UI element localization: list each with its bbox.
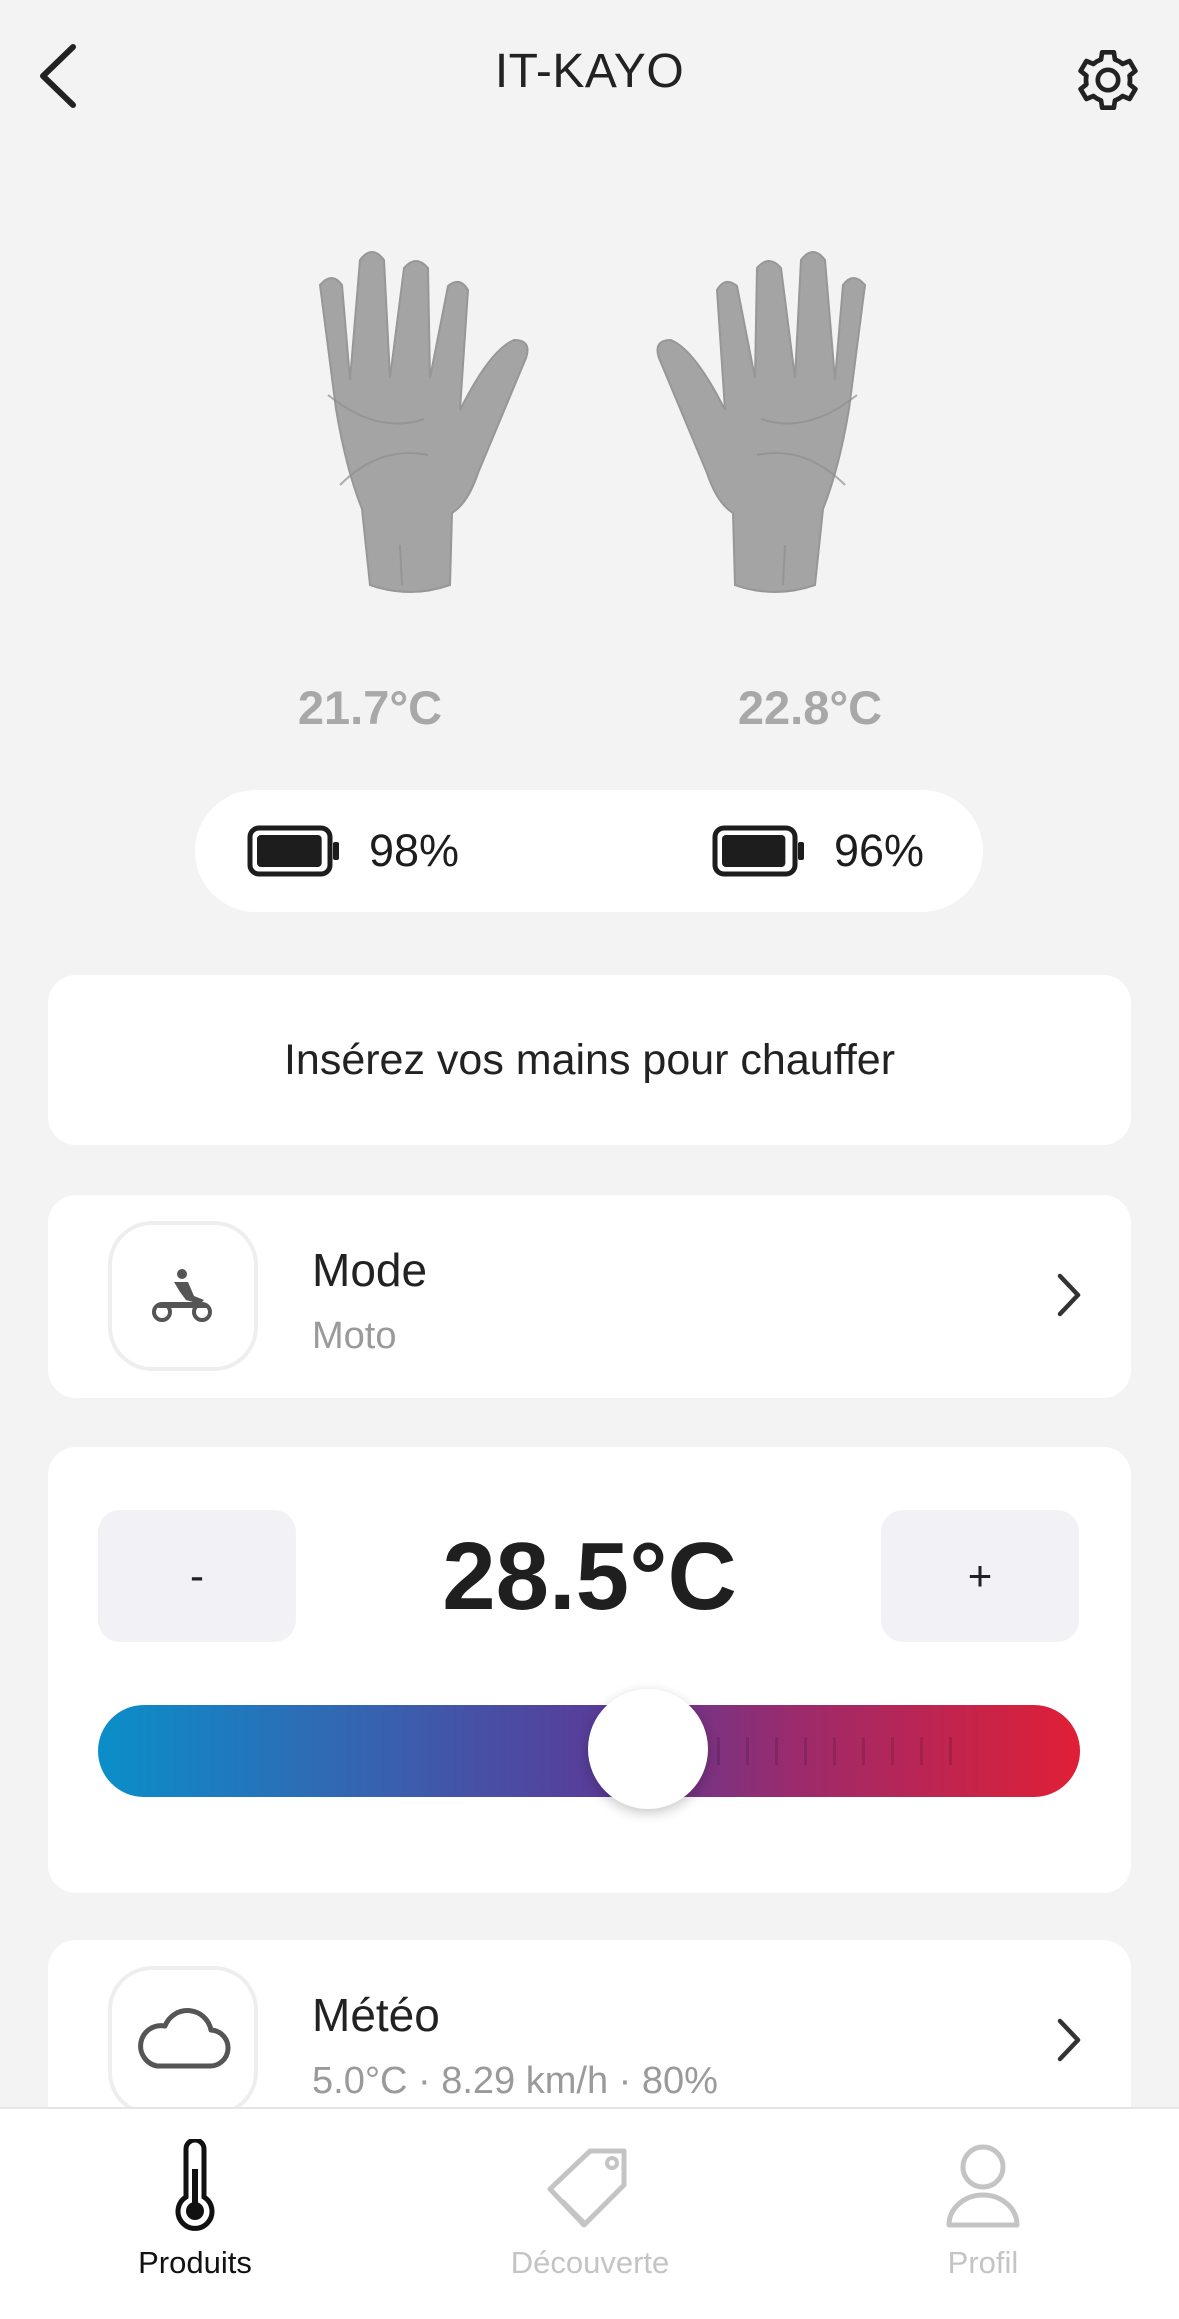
settings-button[interactable] [1068, 40, 1148, 120]
weather-icon-tile [108, 1966, 258, 2116]
nav-decouverte-label: Découverte [510, 2245, 670, 2280]
battery-icon [712, 825, 804, 877]
page-title: IT-KAYO [494, 45, 685, 98]
battery-icon [247, 825, 339, 877]
chevron-right-icon [1049, 1265, 1089, 1325]
bottom-navigation: Produits Découverte Profil [0, 2107, 1179, 2319]
right-battery: 96% [712, 790, 924, 912]
left-glove-image [318, 251, 529, 593]
mode-value: Moto [312, 1315, 397, 1357]
tag-icon [465, 2131, 715, 2241]
right-glove-image [656, 251, 867, 593]
battery-status-pill: 98% 96% [195, 790, 983, 912]
nav-produits-label: Produits [138, 2245, 252, 2280]
mode-icon-tile [108, 1221, 258, 1371]
left-battery-percent: 98% [369, 825, 460, 876]
nav-produits[interactable]: Produits [70, 2109, 320, 2319]
mode-card[interactable]: Mode Moto [48, 1195, 1131, 1398]
weather-summary: 5.0°C · 8.29 km/h · 80% [312, 2060, 718, 2102]
right-glove-temperature: 22.8°C [737, 681, 883, 734]
decrease-temperature-button[interactable]: - [98, 1510, 296, 1642]
right-battery-percent: 96% [834, 825, 925, 876]
nav-profil-label: Profil [947, 2245, 1019, 2280]
temperature-slider-thumb[interactable] [587, 1689, 708, 1809]
cloud-icon [138, 2008, 231, 2069]
info-message: Insérez vos mains pour chauffer [283, 1035, 896, 1084]
increase-temperature-button[interactable]: + [881, 1510, 1079, 1642]
mode-title: Mode [312, 1244, 428, 1296]
weather-title: Météo [312, 1989, 440, 2041]
user-icon [858, 2131, 1108, 2241]
gear-icon [1078, 49, 1138, 111]
temperature-control-card: - 28.5°C + [48, 1447, 1131, 1893]
left-glove-temperature: 21.7°C [297, 681, 443, 734]
thermometer-icon [70, 2131, 320, 2241]
slider-ticks [688, 1731, 1088, 1771]
target-temperature: 28.5°C [442, 1523, 737, 1630]
info-card: Insérez vos mains pour chauffer [48, 975, 1131, 1145]
chevron-right-icon [1049, 2010, 1089, 2070]
left-battery: 98% [247, 790, 459, 912]
motorcycle-icon [152, 1269, 212, 1322]
nav-decouverte[interactable]: Découverte [465, 2109, 715, 2319]
nav-profil[interactable]: Profil [858, 2109, 1108, 2319]
